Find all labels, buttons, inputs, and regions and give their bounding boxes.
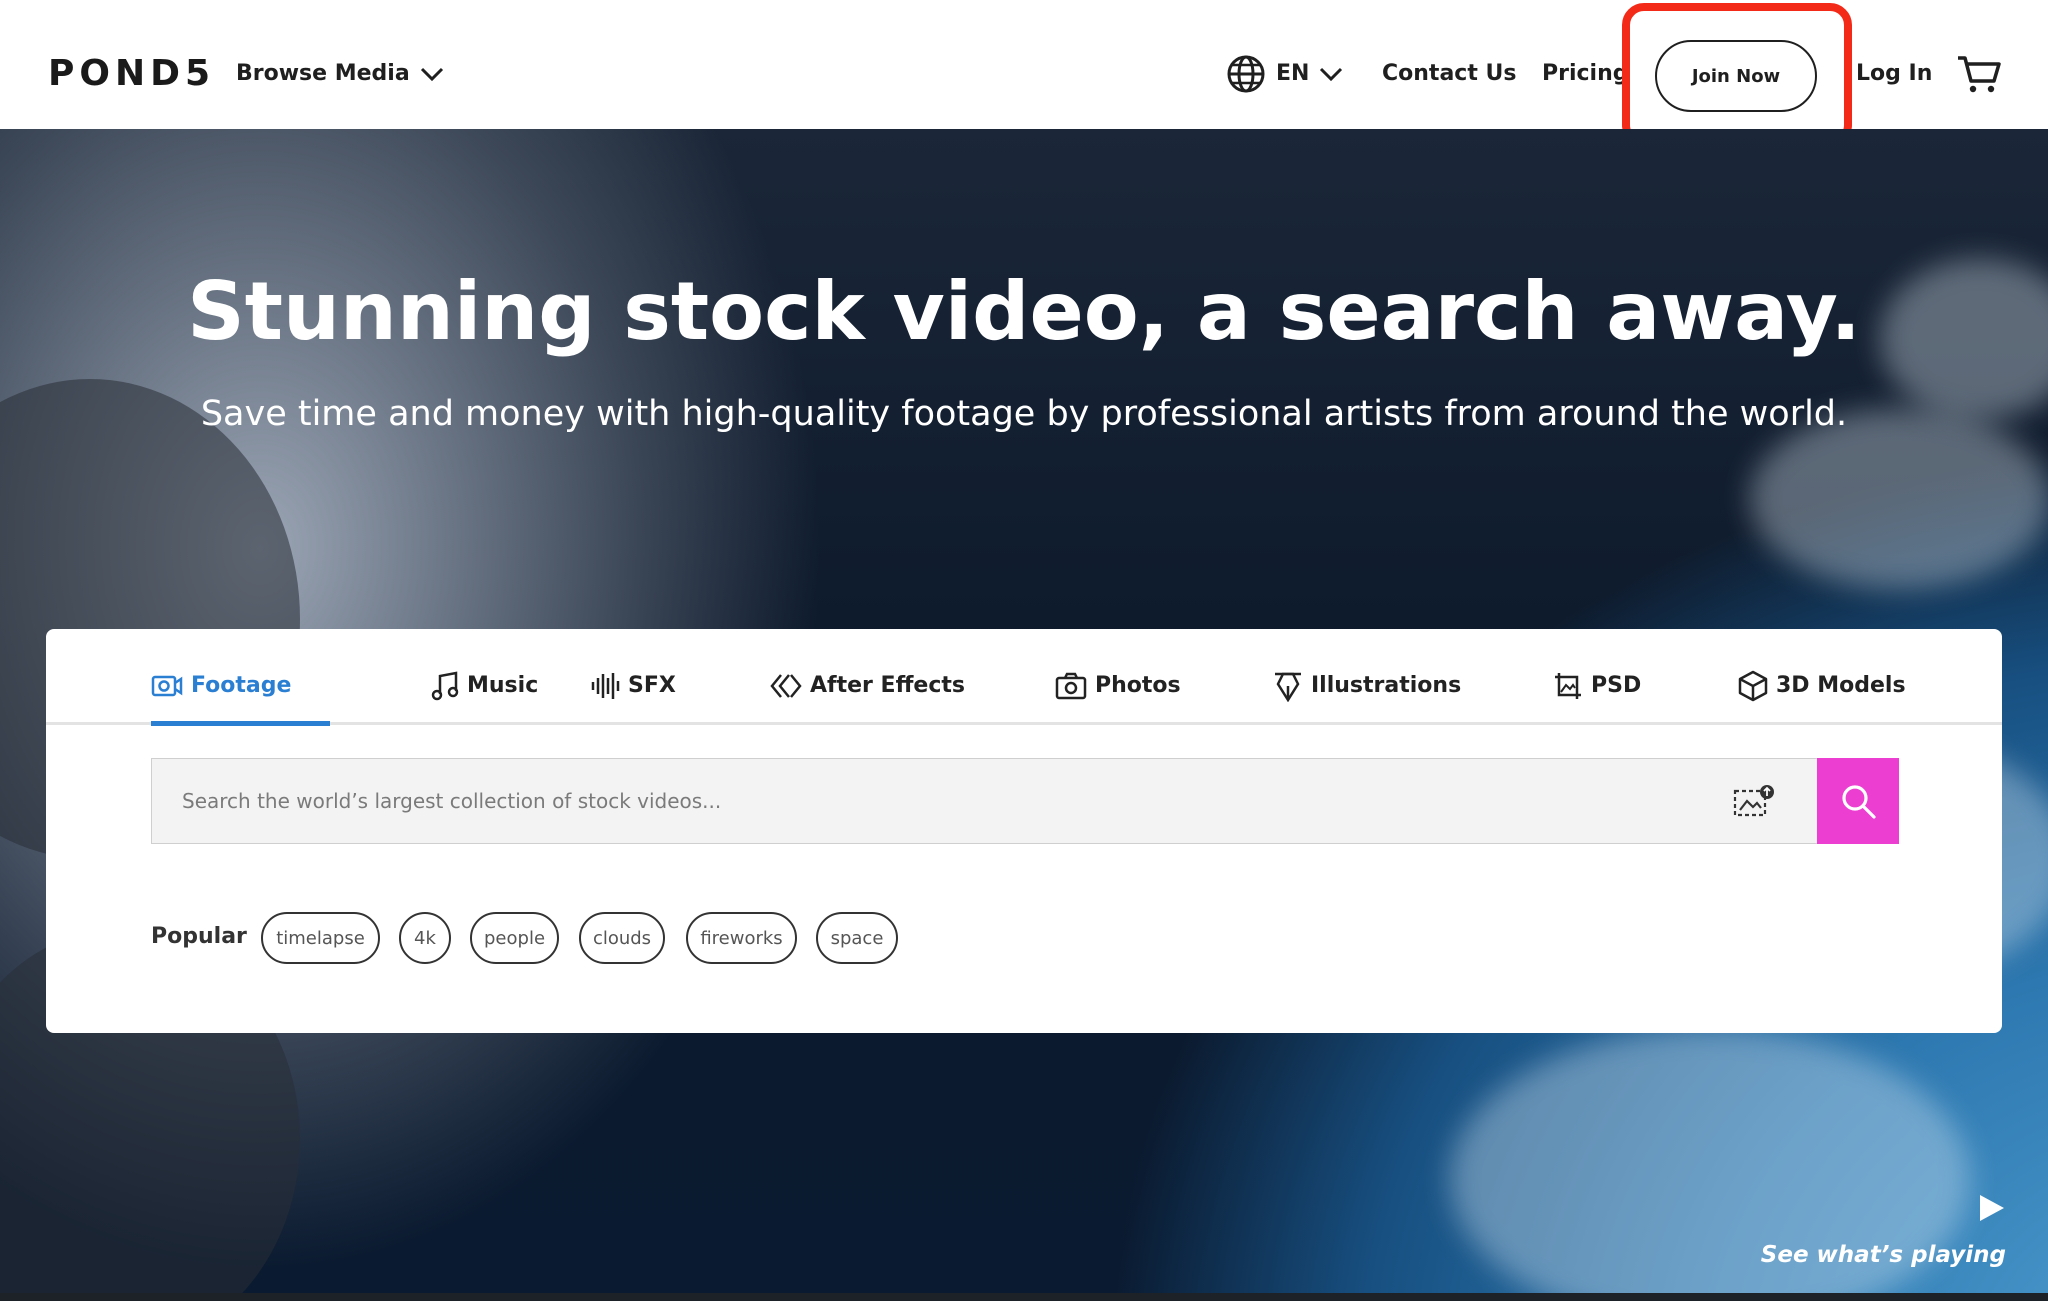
tab-label: PSD: [1591, 673, 1642, 698]
annotation-highlight-box: [1622, 3, 1852, 147]
camera-icon: [1055, 672, 1087, 700]
pen-nib-icon: [1275, 672, 1301, 702]
search-card: Footage Music SFX After Effects Photos I…: [46, 629, 2002, 1033]
video-camera-icon: [151, 675, 183, 697]
search-icon: [1842, 785, 1876, 819]
tab-label: 3D Models: [1776, 673, 1906, 698]
tab-illustrations[interactable]: Illustrations: [1273, 669, 1461, 703]
language-selector[interactable]: EN: [1226, 54, 1343, 94]
tab-sfx[interactable]: SFX: [590, 669, 676, 703]
popular-chip-people[interactable]: people: [470, 912, 559, 964]
music-note-icon: [431, 671, 459, 701]
browse-media-label: Browse Media: [236, 61, 410, 86]
search-button[interactable]: [1817, 758, 1899, 844]
pond5-logo[interactable]: POND5: [48, 52, 215, 96]
image-search-icon[interactable]: [1732, 783, 1776, 819]
tab-label: After Effects: [810, 673, 965, 698]
hero-subtitle: Save time and money with high-quality fo…: [200, 394, 1848, 434]
cart-icon[interactable]: [1956, 54, 2002, 94]
tab-label: Music: [467, 673, 539, 698]
see-whats-playing-link[interactable]: See what’s playing: [1740, 1238, 2006, 1272]
tab-photos[interactable]: Photos: [1055, 669, 1181, 703]
popular-label: Popular: [151, 924, 247, 949]
popular-chip-clouds[interactable]: clouds: [579, 912, 665, 964]
tab-label: Photos: [1095, 673, 1181, 698]
globe-icon: [1227, 55, 1265, 93]
log-in-link[interactable]: Log In: [1856, 56, 1932, 92]
popular-chip-fireworks[interactable]: fireworks: [686, 912, 797, 964]
chevron-down-icon: [420, 67, 443, 82]
sound-wave-icon: [591, 673, 620, 699]
active-tab-indicator: [151, 721, 330, 726]
popular-chip-4k[interactable]: 4k: [399, 912, 451, 964]
tab-label: SFX: [628, 673, 676, 698]
tab-after-effects[interactable]: After Effects: [770, 669, 965, 703]
browse-media-menu[interactable]: Browse Media: [236, 56, 444, 92]
language-label: EN: [1276, 61, 1310, 86]
tab-footage[interactable]: Footage: [151, 669, 291, 703]
tab-3d-models[interactable]: 3D Models: [1738, 669, 1906, 703]
hero-title: Stunning stock video, a search away.: [187, 265, 1861, 358]
tab-music[interactable]: Music: [431, 669, 538, 703]
popular-chip-space[interactable]: space: [816, 912, 898, 964]
tab-psd[interactable]: PSD: [1553, 669, 1641, 703]
media-type-tabs: Footage Music SFX After Effects Photos I…: [46, 629, 2002, 725]
bottom-edge-bar: [0, 1293, 2048, 1301]
search-input[interactable]: [152, 759, 1732, 843]
after-effects-icon: [770, 674, 802, 698]
cube-icon: [1738, 670, 1768, 702]
search-bar: [151, 758, 1899, 844]
tab-label: Footage: [191, 673, 292, 698]
image-crop-icon: [1555, 673, 1581, 699]
pricing-link[interactable]: Pricing: [1542, 56, 1629, 92]
play-icon[interactable]: [1976, 1192, 2006, 1224]
chevron-down-icon: [1320, 67, 1343, 82]
tab-label: Illustrations: [1311, 673, 1462, 698]
popular-chip-timelapse[interactable]: timelapse: [261, 912, 380, 964]
contact-us-link[interactable]: Contact Us: [1382, 56, 1516, 92]
